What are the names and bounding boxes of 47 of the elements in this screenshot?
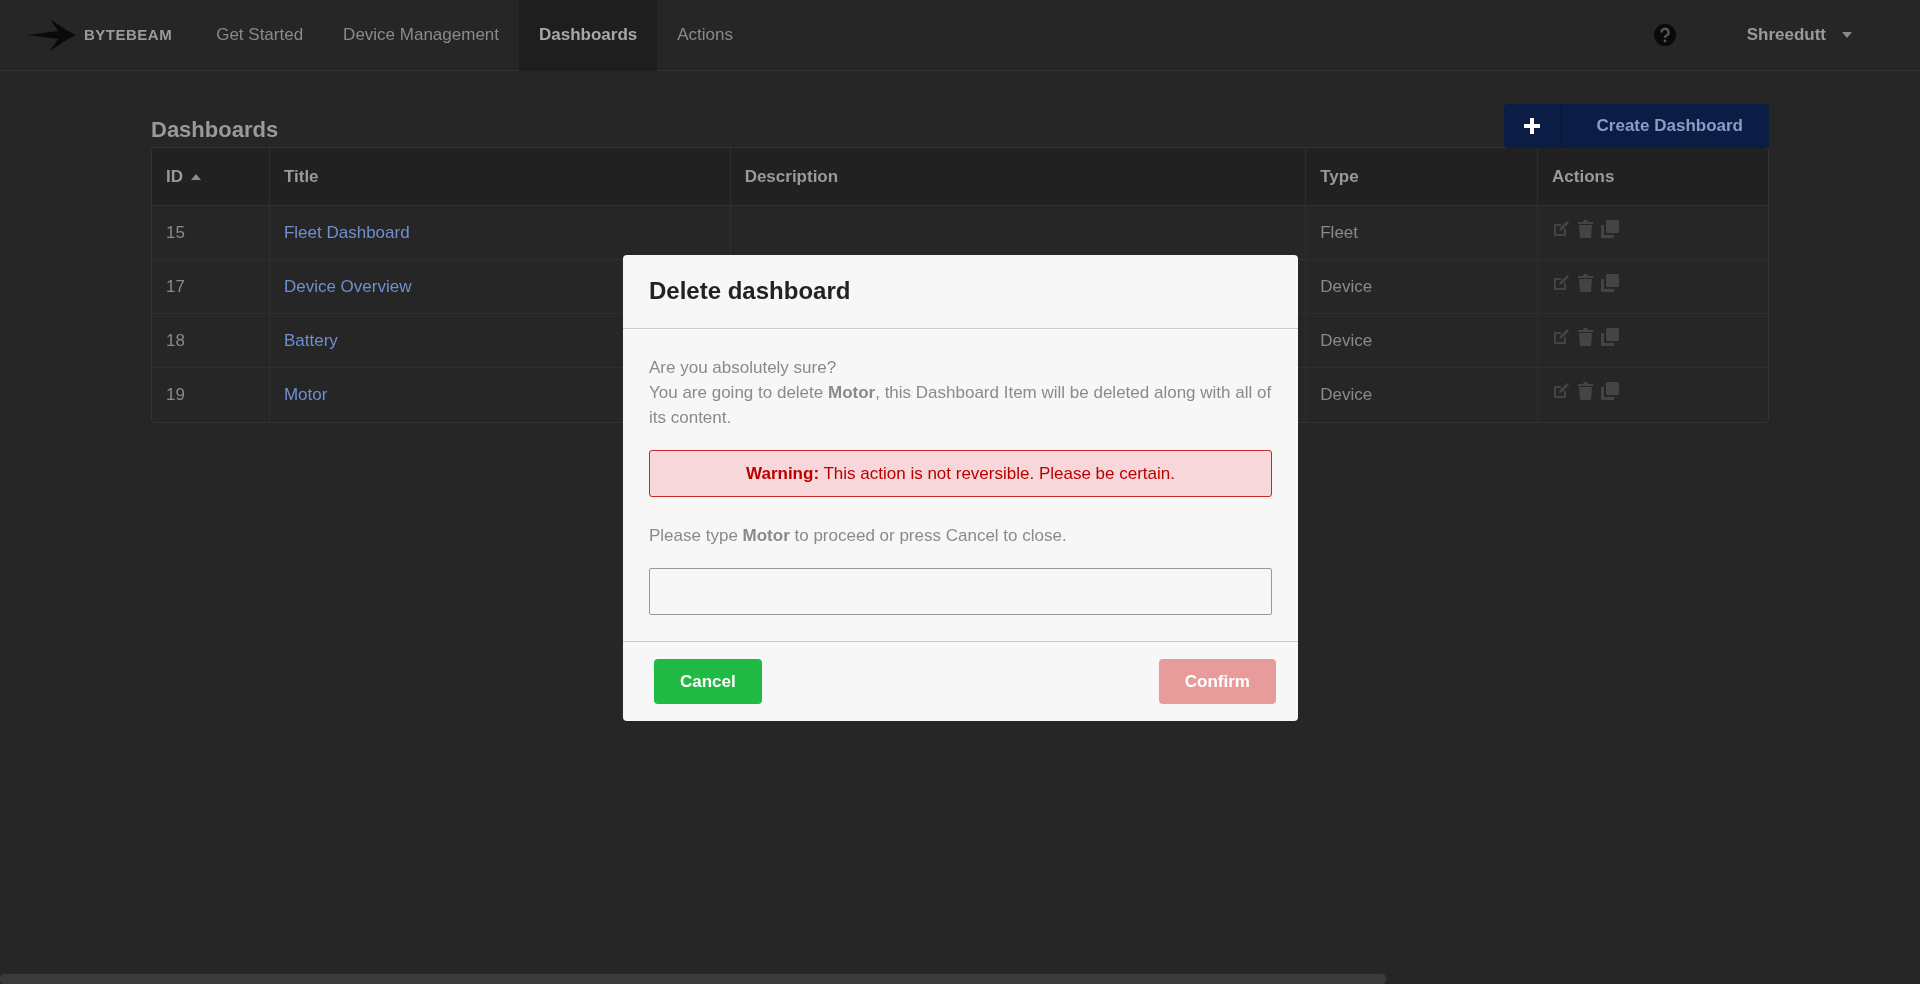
column-header[interactable]: Actions [1552,163,1615,190]
dashboard-link[interactable]: Fleet Dashboard [283,222,410,242]
table-cell: 19 [166,385,185,405]
confirmation-prompt: Please type Motor to proceed or press Cancel to close. [649,524,1068,547]
table-cell: Device [1320,385,1373,405]
help-icon[interactable] [1652,23,1677,47]
trash-icon[interactable] [1578,219,1594,238]
brand-name: BYTEBEAM [84,24,173,45]
column-header[interactable]: Type [1320,163,1359,190]
copy-icon[interactable] [1601,327,1620,346]
modal-title: Delete dashboard [649,277,852,306]
trash-icon[interactable] [1578,327,1594,346]
copy-icon[interactable] [1601,273,1620,292]
user-menu[interactable]: Shreedutt [1746,22,1852,48]
copy-icon[interactable] [1601,219,1620,238]
warning-message: Warning: This action is not reversible. Please be certain. [649,449,1272,497]
cancel-button[interactable]: Cancel [654,658,762,704]
table-cell: Fleet [1320,222,1358,242]
nav-link[interactable]: Device Management [323,0,520,71]
edit-icon[interactable] [1552,219,1571,238]
plus-icon [1523,118,1540,134]
dashboard-link[interactable]: Device Overview [283,276,412,296]
table-cell: 18 [166,330,185,350]
table-cell: 17 [166,276,185,296]
copy-icon[interactable] [1601,382,1620,401]
dashboard-link[interactable]: Motor [283,385,328,405]
create-dashboard-button[interactable]: Create Dashboard [1503,104,1769,148]
column-header[interactable]: Description [744,163,839,190]
modal-text: Are you absolutely sure? [649,356,838,379]
nav-link[interactable]: Dashboards [519,0,658,71]
edit-icon[interactable] [1552,382,1571,401]
page-title: Dashboards [151,117,279,144]
nav-link[interactable]: Actions [657,0,754,71]
modal-text: You are going to delete Motor, this Dashboard Item will be deleted along with all of its content. [649,381,1272,429]
column-header[interactable]: ID [166,163,201,190]
table-cell: Device [1320,276,1373,296]
trash-icon[interactable] [1578,273,1594,292]
table-cell: 15 [166,222,185,242]
table-cell: Device [1320,330,1373,350]
trash-icon[interactable] [1578,382,1594,401]
caret-icon [1842,32,1852,38]
input-field[interactable] [649,567,1272,615]
column-header[interactable]: Title [283,163,319,190]
edit-icon[interactable] [1552,273,1571,292]
dashboard-link[interactable]: Battery [283,330,338,350]
nav-link[interactable]: Get Started [196,0,324,71]
edit-icon[interactable] [1552,327,1571,346]
